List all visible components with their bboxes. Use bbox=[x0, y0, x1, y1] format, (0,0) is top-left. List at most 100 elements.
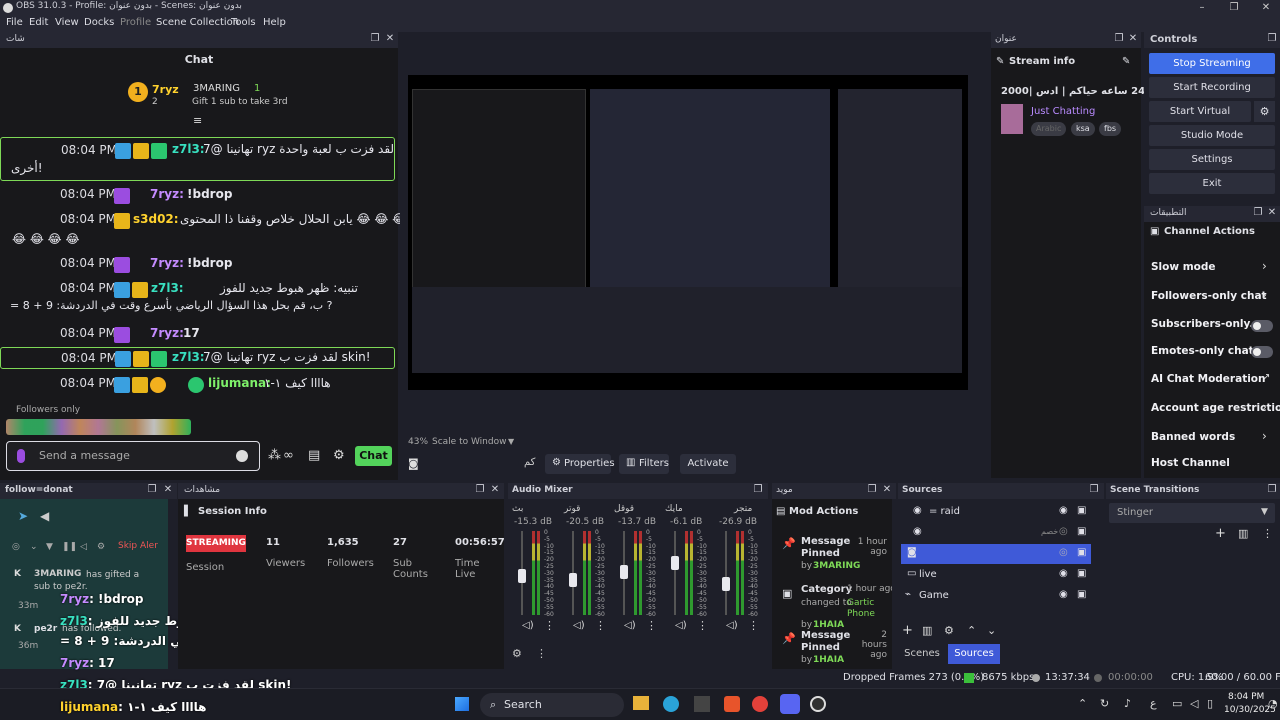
message-input[interactable]: Send a message bbox=[6, 441, 260, 471]
network-icon[interactable]: ▭ bbox=[1172, 697, 1182, 710]
undock-icon[interactable]: ❐ bbox=[1088, 484, 1100, 496]
lock-icon[interactable]: ▣ bbox=[1077, 547, 1086, 558]
mute-icon[interactable]: ◁) bbox=[624, 620, 636, 631]
emotes-only-toggle[interactable] bbox=[1251, 346, 1273, 358]
mic-tray-icon[interactable]: ♪ bbox=[1124, 697, 1131, 710]
source-item[interactable]: ▭ live ◉ ▣ bbox=[901, 565, 1091, 585]
megaphone-icon[interactable]: ◀ bbox=[40, 509, 49, 523]
undock-icon[interactable]: ❐ bbox=[369, 33, 381, 45]
tab-sources[interactable]: Sources bbox=[948, 644, 1000, 664]
close-dock-icon[interactable]: ✕ bbox=[489, 484, 501, 496]
mute-icon[interactable]: ◁) bbox=[522, 620, 534, 631]
more-icon[interactable]: ⋮ bbox=[646, 619, 657, 632]
eye-icon[interactable]: ◉ bbox=[1059, 505, 1068, 516]
tag-chip[interactable]: ksa bbox=[1071, 122, 1095, 136]
menu-edit[interactable]: Edit bbox=[29, 17, 48, 28]
source-item[interactable]: ◉ خصم ◎ ▣ bbox=[901, 523, 1091, 543]
maximize-icon[interactable]: ❐ bbox=[1218, 0, 1250, 16]
start-virtual-camera-button[interactable]: Start Virtual Camera bbox=[1149, 101, 1251, 138]
notification-icon[interactable]: ◔ bbox=[1268, 697, 1278, 710]
move-down-icon[interactable]: ⌄ bbox=[987, 624, 996, 637]
activate-button[interactable]: Activate bbox=[680, 454, 736, 474]
edge-icon[interactable] bbox=[663, 696, 679, 712]
more-icon[interactable]: ⋮ bbox=[536, 647, 547, 660]
menu-file[interactable]: File bbox=[6, 17, 23, 28]
undock-icon[interactable]: ❐ bbox=[146, 484, 158, 496]
skip-alert-button[interactable]: Skip Aler bbox=[118, 541, 158, 551]
more-icon[interactable]: ⋮ bbox=[544, 619, 555, 632]
undock-icon[interactable]: ❐ bbox=[1113, 33, 1125, 45]
undock-icon[interactable]: ❐ bbox=[1252, 207, 1264, 219]
transition-select[interactable]: Stinger ▼ bbox=[1109, 503, 1275, 523]
battery-icon[interactable]: ▯ bbox=[1207, 697, 1213, 710]
mute-icon[interactable]: ◁) bbox=[726, 620, 738, 631]
undock-icon[interactable]: ❐ bbox=[752, 484, 764, 496]
ai-moderation-item[interactable]: AI Chat Moderation bbox=[1151, 373, 1266, 385]
lock-icon[interactable]: ▣ bbox=[1077, 589, 1086, 600]
points-icon[interactable]: ⁂ bbox=[268, 448, 281, 463]
eye-icon[interactable]: ◉ bbox=[1059, 568, 1068, 579]
banned-words-item[interactable]: Banned words bbox=[1151, 431, 1235, 443]
lock-icon[interactable]: ▣ bbox=[1077, 505, 1086, 516]
eye-icon[interactable]: ◉ bbox=[1059, 589, 1068, 600]
source-item[interactable]: ⌁ Game ◉ ▣ bbox=[901, 586, 1091, 606]
app-icon[interactable] bbox=[694, 696, 710, 712]
message-user[interactable]: s3d02: bbox=[133, 212, 179, 226]
volume-slider[interactable] bbox=[722, 577, 730, 591]
chevron-right-icon[interactable]: › bbox=[1262, 429, 1267, 443]
minimize-icon[interactable]: – bbox=[1186, 0, 1218, 16]
move-up-icon[interactable]: ⌃ bbox=[967, 624, 976, 637]
chevron-right-icon[interactable]: › bbox=[1262, 259, 1267, 273]
close-icon[interactable]: ✕ bbox=[1250, 0, 1280, 16]
settings-icon[interactable]: ⚙ bbox=[333, 448, 345, 463]
source-item[interactable]: ◉ = raid ◉ ▣ bbox=[901, 502, 1091, 522]
category-name[interactable]: Just Chatting bbox=[1031, 106, 1095, 117]
followers-only-item[interactable]: Followers-only chat bbox=[1151, 290, 1267, 302]
message-user[interactable]: 7ryz: bbox=[150, 256, 184, 270]
external-link-icon[interactable]: ↗ bbox=[1262, 372, 1270, 383]
chevron-down-icon[interactable]: ▼ bbox=[508, 437, 514, 446]
lock-icon[interactable]: ▣ bbox=[1077, 568, 1086, 579]
message-user[interactable]: 7ryz: bbox=[150, 187, 184, 201]
mixer-settings-icon[interactable]: ⚙ bbox=[512, 647, 522, 660]
studio-mode-button[interactable]: Studio Mode bbox=[1149, 125, 1275, 146]
emotes-only-item[interactable]: Emotes-only chat bbox=[1151, 345, 1254, 357]
language-indicator[interactable]: ع bbox=[1150, 697, 1157, 710]
message-user[interactable]: z7l3: bbox=[151, 281, 184, 295]
tray-chevron-icon[interactable]: ⌃ bbox=[1078, 697, 1087, 710]
message-user[interactable]: 7ryz: bbox=[150, 326, 184, 340]
menu-view[interactable]: View bbox=[55, 17, 79, 28]
close-dock-icon[interactable]: ✕ bbox=[1127, 33, 1139, 45]
filters-button[interactable]: ▥ Filters bbox=[619, 454, 669, 474]
stop-streaming-button[interactable]: Stop Streaming bbox=[1149, 53, 1275, 74]
emote-picker-icon[interactable] bbox=[236, 450, 248, 462]
scroll-arrow-icon[interactable]: ≡ bbox=[193, 114, 202, 127]
eye-hidden-icon[interactable]: ◎ bbox=[1059, 526, 1068, 537]
preview-canvas[interactable] bbox=[408, 75, 968, 390]
chevron-down-icon[interactable]: ⌄ bbox=[30, 542, 38, 552]
infinity-icon[interactable]: ∞ bbox=[283, 448, 294, 463]
tab-scenes[interactable]: Scenes bbox=[898, 644, 946, 664]
eye-hidden-icon[interactable]: ◎ bbox=[1059, 547, 1068, 558]
store-icon[interactable]: ▤ bbox=[308, 448, 320, 463]
chevron-right-icon[interactable]: › bbox=[1262, 400, 1267, 414]
subscribers-only-toggle[interactable] bbox=[1251, 320, 1273, 332]
close-dock-icon[interactable]: ✕ bbox=[384, 33, 396, 45]
mute-icon[interactable]: ◁ bbox=[80, 542, 87, 552]
close-dock-icon[interactable]: ✕ bbox=[881, 484, 893, 496]
undock-icon[interactable]: ❐ bbox=[1266, 484, 1278, 496]
trash-icon[interactable]: ▥ bbox=[922, 624, 932, 637]
undock-icon[interactable]: ❐ bbox=[1266, 33, 1278, 45]
tray-icon[interactable]: ↻ bbox=[1100, 697, 1109, 710]
trash-icon[interactable]: ▥ bbox=[1238, 527, 1248, 540]
slow-mode-item[interactable]: Slow mode bbox=[1151, 261, 1216, 273]
exit-button[interactable]: Exit bbox=[1149, 173, 1275, 194]
volume-track[interactable] bbox=[674, 531, 676, 615]
volume-slider[interactable] bbox=[518, 569, 526, 583]
edit-icon[interactable]: ✎ bbox=[1122, 56, 1130, 67]
menu-profile[interactable]: Profile bbox=[120, 17, 151, 28]
volume-track[interactable] bbox=[725, 531, 727, 615]
start-recording-button[interactable]: Start Recording bbox=[1149, 77, 1275, 98]
message-user[interactable]: lijumana: bbox=[208, 376, 271, 390]
properties-button[interactable]: ⚙ Properties bbox=[545, 454, 615, 474]
